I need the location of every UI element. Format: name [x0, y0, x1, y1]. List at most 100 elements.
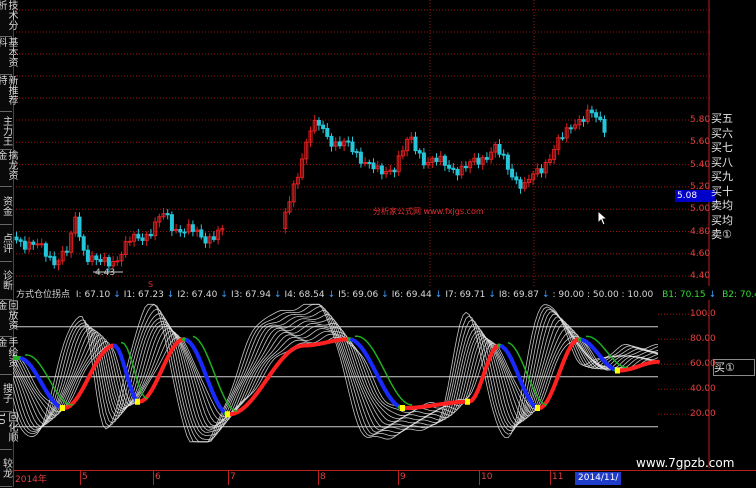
- candle-body: [414, 137, 417, 150]
- indicator-green-line: [145, 398, 148, 399]
- indicator-tick-label: 40.00: [690, 384, 716, 394]
- indicator-green-line: [124, 343, 127, 347]
- candlestick-chart[interactable]: [13, 0, 710, 286]
- indicator-green-line: [205, 351, 208, 358]
- indicator-arrow: ↓: [220, 290, 228, 300]
- time-axis-separator: [318, 471, 319, 485]
- tab-5[interactable]: 擒龙资金: [0, 150, 12, 187]
- time-axis-separator: [398, 471, 399, 485]
- indicator-green-line: [592, 337, 595, 339]
- price-tick-label: 5.60: [690, 137, 710, 147]
- candle-body: [183, 232, 186, 233]
- time-axis-label: 6: [155, 472, 161, 482]
- candle-body: [78, 217, 81, 237]
- candle-body: [82, 237, 85, 250]
- candle-body: [448, 165, 451, 168]
- mouse-cursor-icon: [597, 210, 609, 226]
- indicator-value: I2: 67.40: [177, 290, 217, 300]
- left-tab-strip: 技术分析基本资料新推荐特主力王擒龙资金资金点评诊断回放资金手绘资金搜子回化顺10…: [0, 0, 14, 487]
- candle-body: [200, 230, 203, 237]
- candle-body: [317, 121, 320, 126]
- candle-body: [19, 240, 22, 241]
- indicator-green-line: [193, 336, 196, 337]
- side-panel-row: 买八: [711, 156, 756, 171]
- tab-9[interactable]: 回放资金: [0, 300, 12, 337]
- candle-body: [393, 170, 396, 172]
- candle-body: [99, 259, 102, 261]
- side-panel-row: 买七: [711, 141, 756, 156]
- tab-8[interactable]: 诊断: [0, 262, 12, 299]
- indicator-green-line: [367, 342, 370, 346]
- time-axis-label: 11: [552, 472, 563, 482]
- candle-body: [116, 261, 119, 262]
- watermark-text: 分析家公式网 www.fxjgs.com: [373, 206, 484, 217]
- indicator-green-line: [514, 347, 517, 352]
- indicator-green-line: [28, 355, 31, 356]
- candle-body: [540, 169, 543, 173]
- tab-12[interactable]: 回化顺10: [0, 412, 12, 449]
- tab-6[interactable]: 资金: [0, 187, 12, 224]
- candle-body: [498, 144, 501, 154]
- indicator-value: : 90.00 : 50.00 : 10.00: [553, 290, 654, 300]
- time-axis-separator: [153, 471, 154, 485]
- candle-body: [15, 237, 18, 240]
- indicator-green-line: [40, 365, 43, 369]
- candle-body: [179, 229, 182, 231]
- candle-body: [359, 152, 362, 163]
- candle-body: [456, 169, 459, 174]
- candle-body: [137, 234, 140, 238]
- tab-1[interactable]: 技术分析: [0, 0, 12, 37]
- tab-10[interactable]: 手绘资金: [0, 337, 12, 374]
- tab-11[interactable]: 搜子: [0, 375, 12, 412]
- candle-body: [464, 166, 467, 167]
- indicator-green-line: [31, 356, 34, 358]
- side-panel-row: 买九: [711, 170, 756, 185]
- candle-body: [141, 238, 144, 240]
- indicator-green-line: [394, 388, 397, 393]
- indicator-green-line: [598, 342, 601, 345]
- trough-marker: [400, 405, 405, 411]
- time-axis-separator: [550, 471, 551, 485]
- candle-body: [330, 136, 333, 146]
- candle-body: [590, 110, 593, 113]
- indicator-green-line: [373, 350, 376, 355]
- indicator-name: 方式仓位拐点: [16, 290, 70, 300]
- indicator-arrow: ↓: [488, 290, 496, 300]
- indicator-green-line: [202, 345, 205, 351]
- candle-body: [355, 152, 358, 153]
- indicator-green-line: [406, 403, 409, 404]
- tab-7[interactable]: 点评: [0, 225, 12, 262]
- trough-marker: [465, 399, 470, 405]
- indicator-green-line: [388, 377, 391, 383]
- indicator-side-label: 买①: [713, 359, 755, 376]
- indicator-green-line: [361, 337, 364, 339]
- tab-13[interactable]: 较龙: [0, 450, 12, 487]
- indicator-green-line: [220, 388, 223, 395]
- tab-4[interactable]: 主力王: [0, 112, 12, 149]
- candle-body: [435, 158, 438, 161]
- candle-body: [326, 129, 329, 137]
- price-tick-label: 4.80: [690, 227, 710, 237]
- indicator-chart[interactable]: [13, 300, 710, 468]
- time-axis-label: 7: [230, 472, 236, 482]
- candle-body: [322, 125, 325, 128]
- candle-body: [128, 241, 131, 242]
- price-tick-label: 5.00: [690, 204, 710, 214]
- indicator-header: 方式仓位拐点 I: 67.10↓I1: 67.23↓I2: 67.40↓I3: …: [16, 287, 756, 300]
- candle-body: [65, 251, 68, 252]
- candle-body: [418, 151, 421, 153]
- candles-group: [15, 105, 606, 272]
- candle-body: [506, 155, 509, 169]
- tab-3[interactable]: 新推荐特: [0, 75, 12, 112]
- candle-body: [86, 250, 89, 261]
- price-tick-label: 5.40: [690, 160, 710, 170]
- indicator-green-line: [142, 393, 145, 397]
- indicator-value: I1: 67.23: [124, 290, 164, 300]
- indicator-green-line: [616, 362, 619, 364]
- candle-body: [149, 234, 152, 235]
- indicator-arrow: ↓: [381, 290, 389, 300]
- current-price-badge: 5.08: [675, 190, 715, 202]
- tab-2[interactable]: 基本资料: [0, 37, 12, 74]
- indicator-green-line: [37, 361, 40, 365]
- indicator-green-line: [364, 339, 367, 342]
